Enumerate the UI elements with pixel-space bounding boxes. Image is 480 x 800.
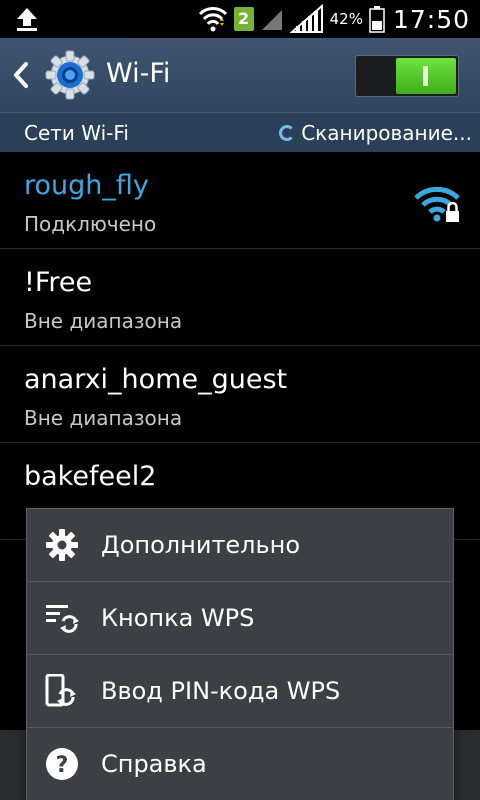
network-name: anarxi_home_guest bbox=[24, 364, 288, 395]
network-list: rough_fly Подключено !Free Вне диапазона… bbox=[0, 152, 480, 540]
network-status: Подключено bbox=[24, 212, 157, 236]
menu-item-label: Кнопка WPS bbox=[101, 604, 255, 632]
gear-icon bbox=[46, 529, 78, 561]
network-item-rough-fly[interactable]: rough_fly Подключено bbox=[0, 152, 480, 249]
menu-item-wps-button[interactable]: Кнопка WPS bbox=[27, 582, 453, 655]
signal-strength-icon bbox=[289, 4, 323, 33]
wifi-toggle-switch[interactable] bbox=[355, 55, 459, 97]
back-chevron-icon[interactable] bbox=[10, 60, 32, 90]
options-menu: Дополнительно Кнопка WPS Ввод PIN-кода W… bbox=[26, 508, 454, 800]
wifi-secured-icon bbox=[414, 186, 460, 222]
battery-percent: 42% bbox=[329, 10, 363, 28]
toggle-knob bbox=[396, 58, 456, 94]
menu-item-label: Справка bbox=[101, 750, 207, 778]
network-name: bakefeel2 bbox=[24, 461, 157, 492]
scanning-spinner-icon bbox=[279, 125, 296, 141]
wps-button-icon bbox=[46, 605, 79, 633]
clock: 17:50 bbox=[392, 4, 470, 34]
action-bar: Wi-Fi bbox=[0, 38, 480, 112]
menu-item-label: Дополнительно bbox=[101, 531, 301, 559]
svg-text:?: ? bbox=[56, 753, 69, 778]
sim-slot-badge: 2 bbox=[233, 7, 254, 31]
network-item-free[interactable]: !Free Вне диапазона bbox=[0, 249, 480, 346]
status-bar: 2 42% 17:50 bbox=[0, 0, 480, 38]
network-status: Вне диапазона bbox=[24, 406, 183, 430]
settings-gear-icon bbox=[45, 50, 95, 100]
networks-subheader: Сети Wi-Fi Сканирование... bbox=[0, 112, 480, 152]
network-name: !Free bbox=[24, 267, 93, 298]
menu-item-wps-pin[interactable]: Ввод PIN-кода WPS bbox=[27, 655, 453, 728]
network-status: Вне диапазона bbox=[24, 309, 183, 333]
network-item-anarxi-home-guest[interactable]: anarxi_home_guest Вне диапазона bbox=[0, 346, 480, 443]
menu-item-label: Ввод PIN-кода WPS bbox=[101, 677, 341, 705]
scan-status-label: Сканирование... bbox=[301, 121, 472, 145]
network-name: rough_fly bbox=[24, 170, 149, 201]
help-icon: ? bbox=[46, 748, 78, 780]
no-signal-icon bbox=[261, 10, 282, 30]
wps-pin-icon bbox=[45, 674, 76, 707]
battery-icon bbox=[369, 6, 385, 33]
scan-status: Сканирование... bbox=[279, 121, 472, 145]
wifi-status-icon bbox=[198, 7, 227, 32]
screen: 2 42% 17:50 Wi-Fi Сети Wi-Fi Сканировани… bbox=[0, 0, 480, 800]
menu-item-help[interactable]: ? Справка bbox=[27, 728, 453, 800]
networks-section-title: Сети Wi-Fi bbox=[24, 121, 129, 145]
upload-icon bbox=[17, 8, 37, 31]
menu-item-advanced[interactable]: Дополнительно bbox=[27, 509, 453, 582]
page-title: Wi-Fi bbox=[106, 58, 171, 89]
